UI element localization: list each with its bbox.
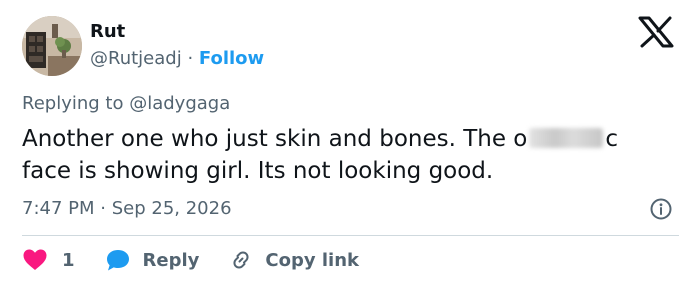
replying-to: Replying to @ladygaga: [22, 93, 230, 114]
reply-mention[interactable]: @ladygaga: [129, 93, 230, 114]
author-handle-line: @Rutjeadj · Follow: [90, 48, 264, 69]
reply-button[interactable]: Reply: [105, 248, 200, 272]
tweet-text-line2: face is showing girl. Its not looking go…: [22, 158, 494, 184]
heart-icon: [23, 249, 47, 270]
reply-bubble-icon: [106, 250, 129, 271]
avatar[interactable]: [22, 16, 82, 76]
like-count: 1: [62, 249, 75, 271]
copy-link-button[interactable]: Copy link: [229, 248, 359, 272]
author-name[interactable]: Rut: [90, 21, 125, 42]
author-handle[interactable]: @Rutjeadj: [90, 48, 182, 69]
tweet-text: Another one who just skin and bones. The…: [22, 123, 687, 187]
tweet-text-line1-end: c: [605, 126, 619, 152]
tweet-time: 7:47 PM: [22, 198, 95, 219]
action-bar: 1 Reply Copy link: [22, 244, 359, 276]
info-icon[interactable]: [650, 198, 672, 220]
like-button[interactable]: 1: [22, 248, 75, 272]
tweet-card: Rut @Rutjeadj · Follow Replying to @lady…: [0, 0, 700, 287]
time-separator: ·: [100, 198, 106, 219]
timestamp[interactable]: 7:47 PM · Sep 25, 2026: [22, 198, 232, 219]
follow-button[interactable]: Follow: [199, 48, 264, 69]
copy-link-label: Copy link: [265, 249, 359, 271]
tweet-text-line1-start: Another one who just skin and bones. The…: [22, 126, 528, 152]
handle-separator: ·: [187, 48, 194, 69]
link-icon: [233, 251, 249, 269]
x-logo-icon[interactable]: [637, 16, 675, 48]
censored-word: [529, 128, 604, 148]
reply-label: Reply: [142, 249, 200, 271]
divider: [22, 235, 679, 236]
tweet-date: Sep 25, 2026: [111, 198, 232, 219]
replying-prefix: Replying to: [22, 93, 124, 114]
